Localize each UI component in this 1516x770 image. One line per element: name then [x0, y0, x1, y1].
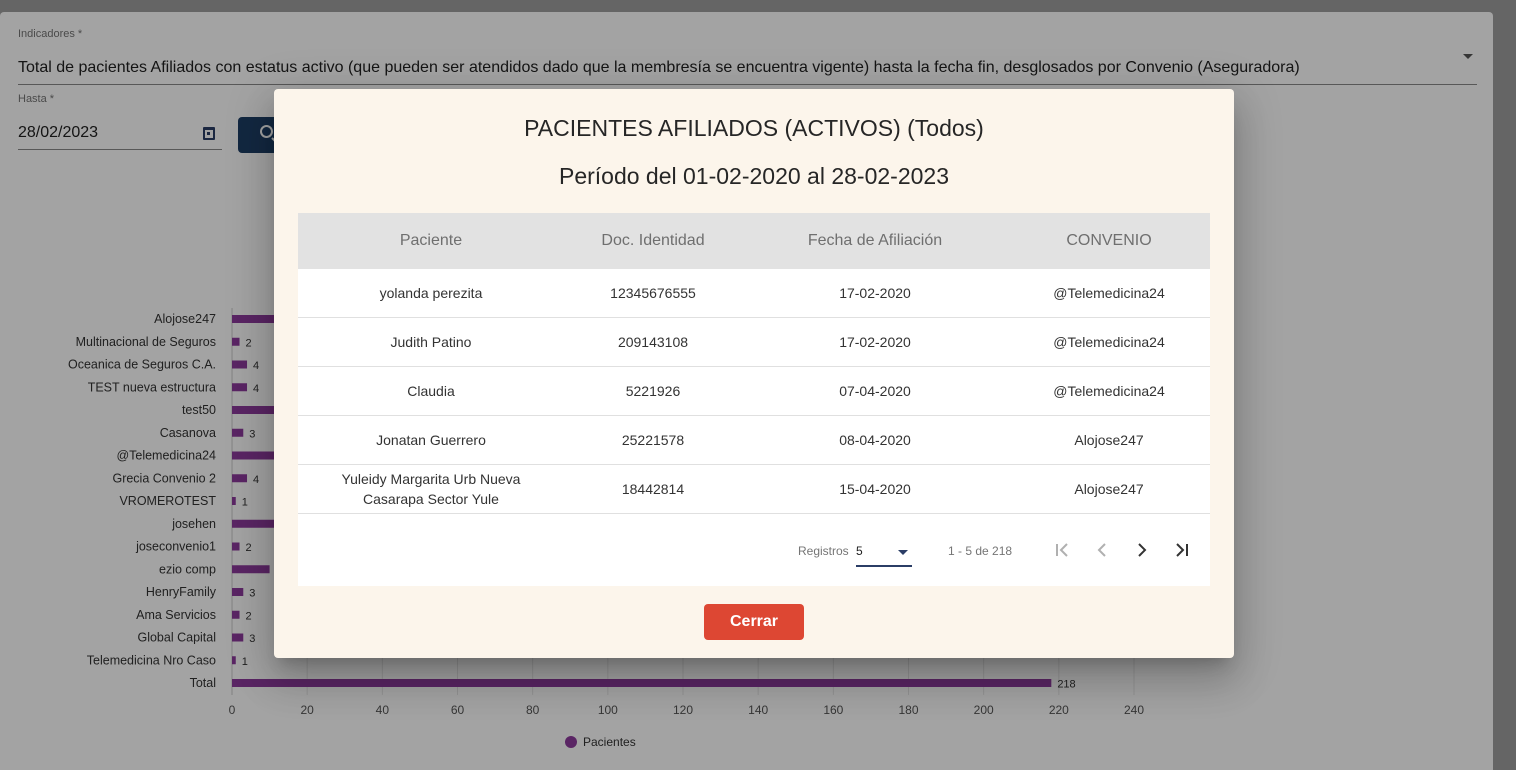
cell-fecha: 08-04-2020 — [839, 432, 911, 448]
cell-fecha: 17-02-2020 — [839, 285, 911, 301]
cell-paciente: Jonatan Guerrero — [376, 432, 486, 448]
cell-paciente: yolanda perezita — [379, 285, 483, 301]
cell-fecha: 17-02-2020 — [839, 334, 911, 350]
page-size-label: Registros — [798, 544, 849, 558]
table-row[interactable]: Claudia 5221926 07-04-2020 @Telemedicina… — [298, 367, 1210, 416]
page-range-label: 1 - 5 de 218 — [948, 544, 1013, 558]
dialog-subtitle: Período del 01-02-2020 al 28-02-2023 — [558, 163, 949, 189]
chevron-right-icon — [1138, 543, 1147, 557]
cell-paciente: Claudia — [407, 383, 455, 399]
paginator: Registros 5 1 - 5 de 218 — [298, 514, 1210, 586]
last-page-icon — [1176, 543, 1188, 557]
cell-doc: 18442814 — [621, 481, 685, 497]
cell-convenio: Alojose247 — [1074, 481, 1144, 497]
cell-paciente: Yuleidy Margarita Urb Nueva Casarapa Sec… — [341, 471, 521, 507]
column-header-doc: Doc. Identidad — [601, 232, 705, 249]
cell-doc: 5221926 — [625, 383, 681, 399]
cell-doc: 25221578 — [621, 432, 685, 448]
page-size-select[interactable]: 5 — [856, 543, 912, 567]
first-page-icon — [1056, 543, 1068, 557]
prev-page-button[interactable] — [1086, 534, 1118, 566]
cell-paciente: Judith Patino — [390, 334, 472, 350]
column-header-convenio: CONVENIO — [1066, 232, 1152, 249]
table-row[interactable]: Jonatan Guerrero 25221578 08-04-2020 Alo… — [298, 416, 1210, 465]
close-button[interactable]: Cerrar — [704, 604, 804, 640]
chevron-down-icon — [898, 550, 908, 555]
cell-fecha: 07-04-2020 — [839, 383, 911, 399]
cell-fecha: 15-04-2020 — [839, 481, 911, 497]
first-page-button[interactable] — [1046, 534, 1078, 566]
table-row[interactable]: yolanda perezita 12345676555 17-02-2020 … — [298, 269, 1210, 318]
page-size-value: 5 — [856, 544, 863, 558]
cell-convenio: Alojose247 — [1074, 432, 1144, 448]
column-header-paciente: Paciente — [399, 232, 463, 249]
next-page-button[interactable] — [1126, 534, 1158, 566]
cell-convenio: @Telemedicina24 — [1053, 334, 1165, 350]
cell-convenio: @Telemedicina24 — [1053, 285, 1165, 301]
patients-dialog: PACIENTES AFILIADOS (ACTIVOS) (Todos) Pe… — [274, 89, 1234, 658]
patients-table: Paciente Doc. Identidad Fecha de Afiliac… — [298, 213, 1210, 586]
table-row[interactable]: Yuleidy Margarita Urb Nueva Casarapa Sec… — [298, 465, 1210, 514]
chevron-left-icon — [1097, 543, 1106, 557]
table-row[interactable]: Judith Patino 209143108 17-02-2020 @Tele… — [298, 318, 1210, 367]
cell-doc: 12345676555 — [610, 285, 696, 301]
dialog-title: PACIENTES AFILIADOS (ACTIVOS) (Todos) — [524, 115, 984, 141]
table-header: Paciente Doc. Identidad Fecha de Afiliac… — [298, 213, 1210, 269]
cell-doc: 209143108 — [617, 334, 689, 350]
column-header-fecha: Fecha de Afiliación — [807, 232, 943, 249]
cell-convenio: @Telemedicina24 — [1053, 383, 1165, 399]
last-page-button[interactable] — [1166, 534, 1198, 566]
